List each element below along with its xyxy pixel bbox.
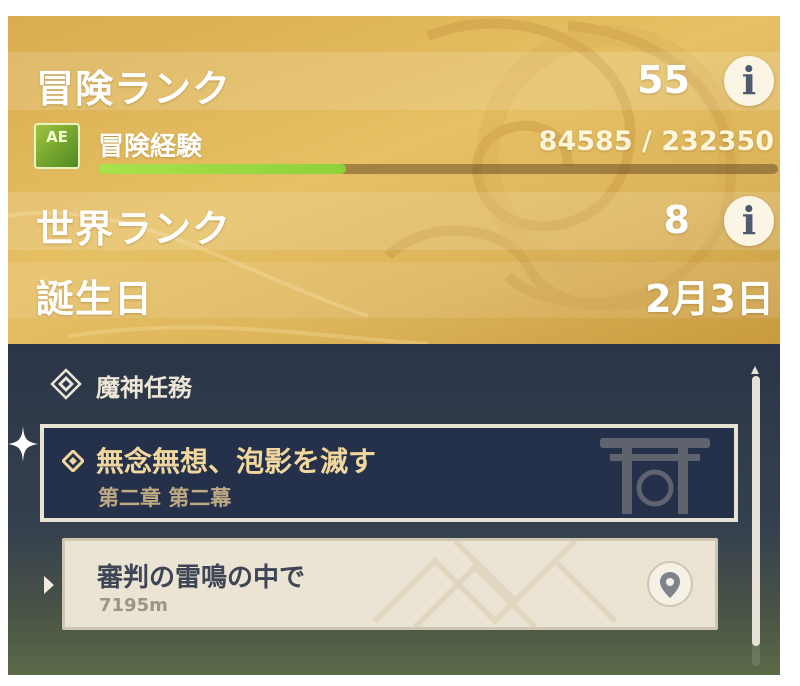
quest-list-scrollbar[interactable] <box>752 376 760 666</box>
decorative-pattern <box>372 541 618 627</box>
adventure-exp-bar <box>98 164 778 174</box>
info-icon[interactable]: i <box>724 56 774 106</box>
adventure-exp-value: 84585 / 232350 <box>538 126 774 157</box>
section-title: 魔神任務 <box>96 374 192 402</box>
world-level-label: 世界ランク <box>36 207 232 251</box>
main-quest-title: 無念無想、泡影を滅す <box>96 445 377 478</box>
current-step-distance: 7195m <box>99 595 168 616</box>
archon-quest-icon <box>50 368 82 400</box>
adventure-exp-bar-fill <box>98 164 346 174</box>
adventure-exp-row: AE 冒険経験 84585 / 232350 <box>8 120 780 186</box>
birthday-row: 誕生日 2月3日 <box>8 262 780 321</box>
current-step-title: 審判の雷鳴の中で <box>97 563 306 593</box>
adventure-exp-label: 冒険経験 <box>98 132 203 162</box>
scroll-up-indicator[interactable] <box>751 366 759 374</box>
world-level-value: 8 <box>663 198 690 242</box>
adventure-rank-row: 冒険ランク 55 i <box>8 52 780 111</box>
world-level-row: 世界ランク 8 i <box>8 192 780 251</box>
profile-panel: 冒険ランク 55 i AE 冒険経験 84585 / 232350 世界ランク … <box>8 16 780 344</box>
main-quest-chapter: 第二章 第二幕 <box>98 486 232 510</box>
diamond-icon <box>62 450 84 472</box>
navigate-button[interactable] <box>647 561 693 607</box>
adventure-rank-value: 55 <box>637 58 690 102</box>
adventure-exp-icon: AE <box>34 123 80 169</box>
info-icon[interactable]: i <box>724 196 774 246</box>
scrollbar-thumb[interactable] <box>752 376 760 646</box>
sparkle-icon <box>8 426 38 462</box>
map-pin-icon <box>660 572 680 598</box>
torii-icon <box>600 438 710 514</box>
main-quest-card[interactable]: 無念無想、泡影を滅す 第二章 第二幕 <box>40 424 738 522</box>
selected-step-arrow <box>44 576 54 594</box>
birthday-value: 2月3日 <box>645 277 774 321</box>
quest-panel: 魔神任務 無念無想、泡影を滅す 第二章 第二幕 審判の雷鳴の中で 7195m <box>8 344 780 675</box>
current-step-card[interactable]: 審判の雷鳴の中で 7195m <box>62 538 718 630</box>
birthday-label: 誕生日 <box>36 277 154 321</box>
adventure-rank-label: 冒険ランク <box>36 67 232 111</box>
